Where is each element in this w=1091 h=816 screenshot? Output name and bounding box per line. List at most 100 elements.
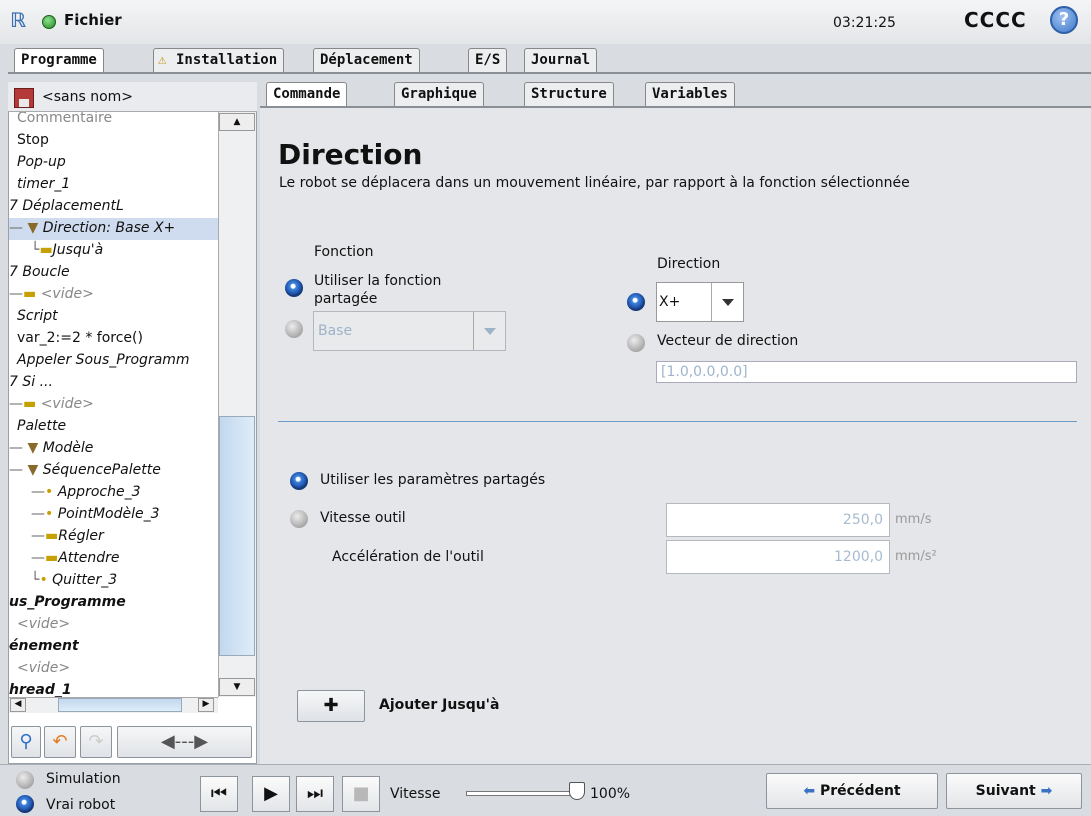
real-robot-radio[interactable]	[16, 795, 34, 813]
tree-item[interactable]: Appeler Sous_Programm	[17, 350, 190, 372]
tree-item[interactable]: —▬Attendre	[31, 548, 120, 570]
play-icon[interactable]: ▶	[252, 776, 290, 812]
tab-commande[interactable]: Commande	[266, 82, 348, 108]
tool-speed-field[interactable]: 250,0	[666, 503, 890, 537]
tree-item[interactable]: Pop-up	[17, 152, 66, 174]
direction-dropdown[interactable]: X+	[656, 282, 744, 322]
use-shared-function-line1: Utiliser la fonction	[314, 273, 442, 289]
section-divider	[278, 421, 1077, 422]
skip-back-icon[interactable]: ⏮	[200, 776, 238, 812]
undo-icon[interactable]: ↶	[44, 726, 76, 758]
tree-item-label: Direction: Base X+	[42, 220, 176, 236]
speed-slider[interactable]	[466, 791, 582, 796]
move-arrows-icon[interactable]: ◀---▶	[117, 726, 252, 758]
tool-accel-label: Accélération de l'outil	[332, 549, 484, 565]
tree-item[interactable]: <vide>	[17, 658, 70, 680]
tree-item[interactable]: —• Approche_3	[31, 482, 140, 504]
tree-item[interactable]: └• Quitter_3	[31, 570, 117, 592]
tree-item[interactable]: us_Programme	[9, 592, 126, 614]
tab-structure[interactable]: Structure	[524, 82, 614, 106]
tree-item-label: DéplacementL	[22, 198, 124, 214]
tree-item-label: PointModèle_3	[57, 506, 160, 522]
tree-item-label: Attendre	[58, 550, 120, 566]
tabs-divider	[8, 72, 1091, 74]
scroll-thumb[interactable]	[219, 416, 255, 656]
tool-speed-radio[interactable]	[290, 510, 308, 528]
help-icon[interactable]: ?	[1050, 6, 1078, 34]
tree-item[interactable]: énement	[9, 636, 79, 658]
simulation-label: Simulation	[46, 771, 121, 787]
step-icon[interactable]: ⏭	[296, 776, 334, 812]
simulation-radio[interactable]	[16, 771, 34, 789]
tree-item[interactable]: —▬Régler	[31, 526, 104, 548]
tree-item[interactable]: hread_1	[9, 680, 72, 697]
top-bar	[0, 0, 1091, 44]
tree-item[interactable]: — ▼ Modèle	[9, 438, 93, 460]
tree-item[interactable]: —• PointModèle_3	[31, 504, 160, 526]
tab-es[interactable]: E/S	[468, 48, 508, 72]
tree-item[interactable]: Palette	[17, 416, 66, 438]
tree-item-selected[interactable]: — ▼ Direction: Base X+	[9, 218, 218, 240]
speed-slider-thumb[interactable]	[569, 782, 585, 800]
tree-item[interactable]: —▬ <vide>	[9, 284, 94, 306]
command-panel	[260, 106, 1091, 764]
feature-dropdown[interactable]: Base	[313, 311, 506, 351]
use-shared-params-radio[interactable]	[290, 472, 308, 490]
tree-item-label: Régler	[58, 528, 104, 544]
add-until-button[interactable]: ✚	[297, 690, 365, 722]
feature-dropdown-value: Base	[318, 323, 353, 339]
tree-item[interactable]: Commentaire	[17, 112, 112, 130]
stop-icon[interactable]: ■	[342, 776, 380, 812]
program-name: <sans nom>	[42, 89, 134, 105]
direction-radio[interactable]	[627, 293, 645, 311]
search-icon[interactable]: ⚲	[11, 726, 41, 758]
speed-value: 100%	[590, 786, 631, 802]
tab-variables[interactable]: Variables	[645, 82, 735, 106]
scroll-down-icon[interactable]: ▼	[219, 678, 255, 696]
tool-speed-label: Vitesse outil	[320, 510, 406, 526]
previous-button[interactable]: ⬅ Précédent	[766, 773, 938, 809]
tree-item[interactable]: — ▼ SéquencePalette	[9, 460, 161, 482]
tool-speed-unit: mm/s	[895, 512, 932, 527]
tab-graphique[interactable]: Graphique	[394, 82, 484, 106]
tree-item[interactable]: timer_1	[17, 174, 70, 196]
tree-item[interactable]: └▬Jusqu'à	[31, 240, 103, 262]
scroll-right-icon[interactable]: ▶	[198, 698, 214, 712]
tab-deplacement[interactable]: Déplacement	[313, 48, 420, 72]
tree-item[interactable]: 7 DéplacementL	[9, 196, 124, 218]
tree-item[interactable]: Stop	[17, 130, 49, 152]
tree-item-label: Jusqu'à	[52, 242, 104, 258]
tree-item[interactable]: Script	[17, 306, 58, 328]
warning-icon: ⚠	[158, 52, 167, 68]
tree-item[interactable]: 7 Si ...	[9, 372, 53, 394]
next-button[interactable]: Suivant ➡	[946, 773, 1082, 809]
use-shared-function-radio[interactable]	[285, 279, 303, 297]
tool-accel-field[interactable]: 1200,0	[666, 540, 890, 574]
direction-vector-label: Vecteur de direction	[657, 333, 799, 349]
real-robot-label: Vrai robot	[46, 797, 116, 813]
tree-item[interactable]: —▬ <vide>	[9, 394, 94, 416]
scroll-left-icon[interactable]: ◀	[10, 698, 26, 712]
file-menu[interactable]: Fichier	[64, 11, 122, 29]
chevron-down-icon	[473, 312, 505, 350]
direction-vector-field[interactable]: [1.0,0.0,0.0]	[656, 361, 1077, 383]
tree-item[interactable]: <vide>	[17, 614, 70, 636]
tab-programme[interactable]: Programme	[14, 48, 104, 74]
tree-item-label: SéquencePalette	[42, 462, 161, 478]
page-description: Le robot se déplacera dans un mouvement …	[279, 175, 910, 191]
tree-item[interactable]: 7 Boucle	[9, 262, 70, 284]
redo-icon[interactable]: ↷	[80, 726, 112, 758]
direction-vector-radio[interactable]	[627, 334, 645, 352]
save-icon[interactable]	[14, 88, 34, 108]
tab-installation[interactable]: ⚠ Installation	[153, 48, 285, 72]
program-tree[interactable]: Commentaire Stop Pop-up timer_1 7 Déplac…	[9, 112, 218, 697]
hscroll-thumb[interactable]	[58, 698, 182, 712]
use-shared-function-label: Utiliser la fonction partagée	[314, 272, 441, 308]
tree-item-label: Si ...	[22, 374, 53, 390]
tab-journal[interactable]: Journal	[524, 48, 598, 72]
tree-item[interactable]: var_2:=2 * force()	[17, 328, 143, 350]
scroll-up-icon[interactable]: ▲	[219, 113, 255, 131]
direction-dropdown-value: X+	[659, 294, 681, 310]
feature-radio[interactable]	[285, 320, 303, 338]
use-shared-params-label: Utiliser les paramètres partagés	[320, 472, 546, 488]
